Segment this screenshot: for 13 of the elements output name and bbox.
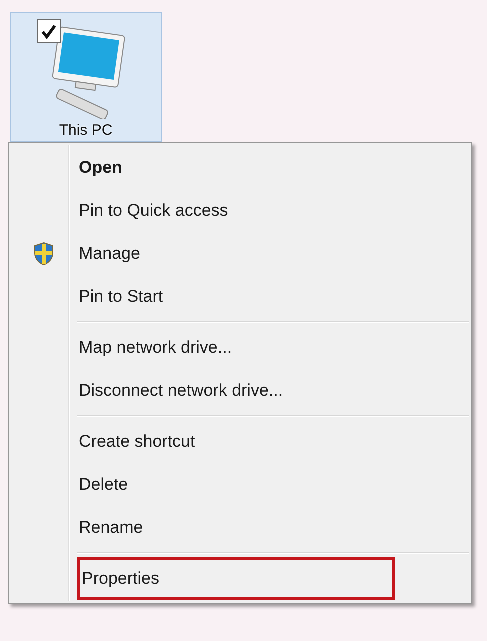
- checkbox[interactable]: [37, 19, 61, 43]
- menu-item[interactable]: Manage: [77, 232, 469, 275]
- menu-item[interactable]: Properties: [77, 557, 395, 600]
- desktop-icon-tile[interactable]: This PC: [10, 12, 162, 142]
- menu-item[interactable]: Open: [77, 146, 469, 189]
- menu-item[interactable]: Delete: [77, 463, 469, 506]
- menu-item[interactable]: Map network drive...: [77, 326, 469, 369]
- menu-item[interactable]: Create shortcut: [77, 420, 469, 463]
- menu-item[interactable]: Pin to Start: [77, 275, 469, 318]
- menu-item[interactable]: Rename: [77, 506, 469, 549]
- menu-item[interactable]: Pin to Quick access: [77, 189, 469, 232]
- icon-label: This PC: [59, 122, 113, 139]
- menu-item[interactable]: Disconnect network drive...: [77, 369, 469, 412]
